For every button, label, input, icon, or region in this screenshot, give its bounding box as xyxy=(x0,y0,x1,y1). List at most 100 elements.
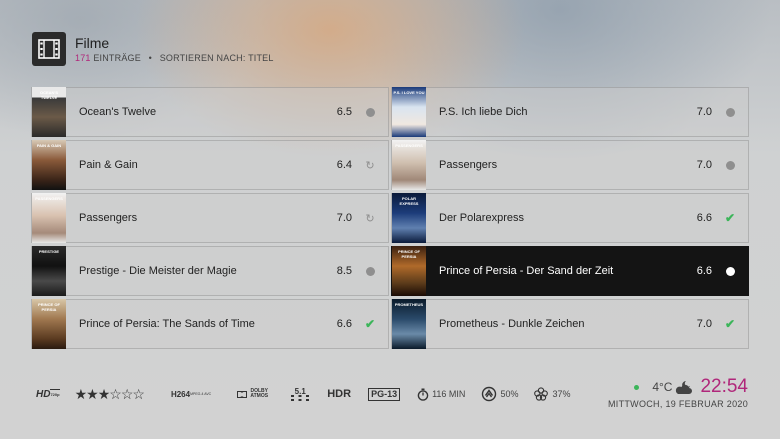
stopwatch-icon xyxy=(417,388,429,401)
movie-poster: P.S. I LOVE YOU xyxy=(392,87,426,137)
temperature: 4°C xyxy=(652,380,673,394)
watched-check-icon: ✔ xyxy=(352,317,388,331)
audience-score-label: 37% xyxy=(552,389,571,399)
video-codec-sub-label: MPEG-4 AVC xyxy=(190,391,212,396)
tomato-score-label: 50% xyxy=(500,389,519,399)
movie-row[interactable]: PAIN & GAIN Pain & Gain 6.4 ↻ xyxy=(31,140,389,190)
dot-icon xyxy=(725,266,735,276)
star-filled-icon: ★ xyxy=(74,385,88,402)
check-icon: ✔ xyxy=(724,317,736,331)
unwatched-dot-icon xyxy=(352,266,388,276)
runtime-label: 116 MIN xyxy=(432,389,466,399)
dot-icon xyxy=(365,266,375,276)
movie-rating: 6.6 xyxy=(336,318,352,330)
movie-title: Prestige - Die Meister der Magie xyxy=(79,265,237,277)
movie-rating: 7.0 xyxy=(696,318,712,330)
item-count-label: EINTRÄGE xyxy=(93,53,141,63)
movie-title: Pain & Gain xyxy=(79,159,138,171)
movie-row[interactable]: P.S. I LOVE YOU P.S. Ich liebe Dich 7.0 xyxy=(391,87,749,137)
movie-title: P.S. Ich liebe Dich xyxy=(439,106,528,118)
movie-title: Passengers xyxy=(439,159,498,171)
star-filled-icon: ★ xyxy=(86,385,99,402)
movie-rating: 6.4 xyxy=(336,159,352,171)
hdr-badge: HDR xyxy=(327,388,352,400)
movie-poster: PASSENGERS xyxy=(392,140,426,190)
date: MITTWOCH, 19 FEBRUAR 2020 xyxy=(607,399,748,409)
dot-icon xyxy=(725,107,735,117)
star-empty-icon: ☆ xyxy=(132,385,145,402)
poster-title-text: PRESTIGE xyxy=(38,249,60,254)
page-header: Filme 171 EINTRÄGE • SORTIEREN NACH: TIT… xyxy=(32,32,274,66)
unwatched-dot-icon xyxy=(352,107,388,117)
movie-row[interactable]: PASSENGERS Passengers 7.0 xyxy=(391,140,749,190)
movie-row[interactable]: POLAR EXPRESS Der Polarexpress 6.6 ✔ xyxy=(391,193,749,243)
movie-row[interactable]: PRINCE OF PERSIA Prince of Persia: The Sa… xyxy=(31,299,389,349)
movie-title: Passengers xyxy=(79,212,138,224)
audio-codec-badge: DOLBY ATMOS xyxy=(237,389,269,399)
poster-title-text: OCEAN'S TWELVE xyxy=(39,90,59,100)
poster-title-text: PASSENGERS xyxy=(35,196,63,201)
movie-rating: 6.6 xyxy=(696,212,712,224)
movie-rating: 7.0 xyxy=(696,106,712,118)
movie-rating: 6.6 xyxy=(696,265,712,277)
video-codec-label: H264 xyxy=(170,389,191,399)
resume-icon: ↻ xyxy=(352,159,388,172)
movie-row[interactable]: PASSENGERS Passengers 7.0 ↻ xyxy=(31,193,389,243)
poster-title-text: PAIN & GAIN xyxy=(36,143,62,148)
resolution-sub-label: 720p xyxy=(50,389,60,399)
movie-row[interactable]: PRINCE OF PERSIA Prince of Persia - Der S… xyxy=(391,246,749,296)
movie-title: Prince of Persia: The Sands of Time xyxy=(79,318,255,330)
movie-rating: 6.5 xyxy=(336,106,352,118)
movie-row[interactable]: OCEAN'S TWELVE Ocean's Twelve 6.5 xyxy=(31,87,389,137)
star-empty-icon: ☆ xyxy=(120,385,134,402)
media-info-bar: HD 720p ★ ★ ★ ☆ ☆ ☆ H264 MPEG-4 AVC DOLBY ATM… xyxy=(36,383,570,405)
watched-check-icon: ✔ xyxy=(712,211,748,225)
status-bar: 4°C 22:54 MITTWOCH, 19 FEBRUAR 2020 xyxy=(608,376,748,409)
movie-title: Ocean's Twelve xyxy=(79,106,157,118)
star-empty-icon: ☆ xyxy=(109,385,122,402)
movie-poster: PROMETHEUS xyxy=(392,299,426,349)
resume-icon: ↻ xyxy=(352,212,388,225)
watched-check-icon: ✔ xyxy=(712,317,748,331)
movie-poster: PRESTIGE xyxy=(32,246,66,296)
connection-status-icon xyxy=(634,384,640,390)
movie-column-left: OCEAN'S TWELVE Ocean's Twelve 6.5 PAIN & GA… xyxy=(31,87,389,352)
movie-poster: POLAR EXPRESS xyxy=(392,193,426,243)
dot-icon xyxy=(725,160,735,170)
movie-column-right: P.S. I LOVE YOU P.S. Ich liebe Dich 7.0 PAS… xyxy=(391,87,749,352)
refresh-icon: ↻ xyxy=(365,212,375,225)
movie-rating: 7.0 xyxy=(336,212,352,224)
poster-title-text: PRINCE OF PERSIA xyxy=(398,249,420,259)
movie-poster: PRINCE OF PERSIA xyxy=(392,246,426,296)
check-icon: ✔ xyxy=(724,211,736,225)
audio-codec-label: DOLBY ATMOS xyxy=(250,388,269,399)
movie-title: Prometheus - Dunkle Zeichen xyxy=(439,318,585,330)
movie-title: Der Polarexpress xyxy=(439,212,524,224)
poster-title-text: PASSENGERS xyxy=(395,143,423,148)
runtime: 116 MIN xyxy=(417,388,465,401)
audio-channels-label: 5.1 xyxy=(294,386,306,396)
resolution-badge: HD 720p xyxy=(36,389,60,399)
unwatched-dot-icon xyxy=(712,107,748,117)
poster-title-text: PRINCE OF PERSIA xyxy=(38,302,60,312)
cloudy-night-icon xyxy=(676,381,693,394)
poster-title-text: POLAR EXPRESS xyxy=(399,196,419,206)
poster-title-text: P.S. I LOVE YOU xyxy=(393,90,425,95)
tomato-score: 50% xyxy=(481,386,518,402)
popcorn-icon xyxy=(534,387,549,401)
sort-label[interactable]: SORTIEREN NACH: TITEL xyxy=(160,53,274,63)
film-icon xyxy=(32,32,66,66)
clock: 22:54 xyxy=(700,376,748,397)
audio-channels-badge: 5.1 xyxy=(291,386,310,401)
video-codec-badge: H264 MPEG-4 AVC xyxy=(170,389,212,399)
item-count: 171 xyxy=(75,53,91,63)
movie-rating: 7.0 xyxy=(696,159,712,171)
movie-row[interactable]: PROMETHEUS Prometheus - Dunkle Zeichen 7.0… xyxy=(391,299,749,349)
movie-row[interactable]: PRESTIGE Prestige - Die Meister der Magie… xyxy=(31,246,389,296)
poster-title-text: PROMETHEUS xyxy=(394,302,424,307)
movie-rating: 8.5 xyxy=(336,265,352,277)
audience-score: 37% xyxy=(533,386,570,402)
speaker-layout-icon xyxy=(291,394,310,401)
unwatched-dot-icon xyxy=(712,266,748,276)
movie-poster: OCEAN'S TWELVE xyxy=(32,87,66,137)
